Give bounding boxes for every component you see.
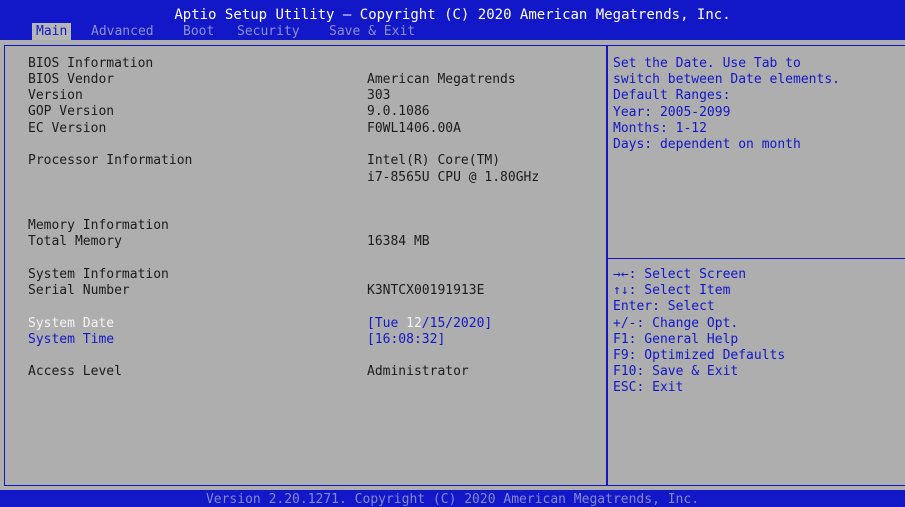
processor-value-line2: i7-8565U CPU @ 1.80GHz — [367, 170, 540, 185]
key-enter: Enter: Select — [613, 299, 715, 314]
version-footer: Version 2.20.1271. Copyright (C) 2020 Am… — [205, 492, 700, 507]
serial-number-label: Serial Number — [28, 283, 130, 298]
system-info-heading: System Information — [28, 267, 169, 282]
tab-advanced[interactable]: Advanced — [91, 23, 154, 40]
version-value: 303 — [367, 88, 391, 103]
footer-bar: Version 2.20.1271. Copyright (C) 2020 Am… — [0, 490, 905, 507]
system-date-label[interactable]: System Date — [28, 316, 114, 332]
help-line: Set the Date. Use Tab to — [613, 56, 801, 71]
ec-version-label: EC Version — [28, 121, 107, 136]
bios-info-heading: BIOS Information — [28, 56, 154, 71]
gop-version-label: GOP Version — [28, 104, 115, 119]
help-line: Year: 2005-2099 — [613, 105, 731, 120]
date-prefix: [Tue — [367, 316, 407, 331]
left-right-arrows-icon: →← — [613, 267, 629, 282]
up-down-arrows-icon: ↑↓ — [613, 283, 629, 298]
tab-save-exit[interactable]: Save & Exit — [329, 23, 415, 40]
key-general-help: F1: General Help — [613, 332, 739, 347]
key-select-item: ↑↓: Select Item — [613, 283, 731, 298]
title-bar: Aptio Setup Utility – Copyright (C) 2020… — [0, 0, 905, 40]
date-month-field[interactable]: 12 — [406, 316, 422, 331]
memory-info-heading: Memory Information — [28, 218, 169, 233]
key-select-screen: →←: Select Screen — [613, 267, 747, 282]
help-panel: Set the Date. Use Tab to switch between … — [607, 45, 905, 486]
total-memory-value: 16384 MB — [367, 234, 430, 249]
key-esc-exit: ESC: Exit — [613, 380, 684, 395]
tab-boot[interactable]: Boot — [183, 23, 214, 40]
help-line: switch between Date elements. — [613, 72, 840, 87]
tab-security[interactable]: Security — [237, 23, 300, 40]
date-suffix: /15/2020] — [421, 316, 493, 331]
tab-main[interactable]: Main — [32, 23, 72, 40]
ec-version-value: F0WL1406.00A — [367, 121, 461, 136]
system-time-value[interactable]: [16:08:32] — [367, 332, 445, 348]
key-change-opt: +/-: Change Opt. — [613, 316, 739, 331]
help-text: Set the Date. Use Tab to switch between … — [613, 54, 903, 154]
help-line: Default Ranges: — [613, 88, 731, 103]
help-line: Days: dependent on month — [613, 137, 801, 152]
app-title: Aptio Setup Utility – Copyright (C) 2020… — [174, 7, 731, 23]
processor-value-line1: Intel(R) Core(TM) — [367, 153, 501, 168]
total-memory-label: Total Memory — [28, 234, 122, 249]
main-info-panel: BIOS Information BIOS Vendor American Me… — [4, 45, 607, 486]
serial-number-value: K3NTCX00191913E — [367, 283, 485, 298]
bios-vendor-label: BIOS Vendor — [28, 72, 115, 87]
processor-info-label: Processor Information — [28, 153, 193, 168]
gop-version-value: 9.0.1086 — [367, 104, 430, 119]
key-save-exit: F10: Save & Exit — [613, 364, 739, 379]
system-time-label[interactable]: System Time — [28, 332, 114, 348]
panel-divider — [608, 258, 905, 259]
access-level-value: Administrator — [367, 364, 469, 379]
version-label: Version — [28, 88, 83, 103]
bios-vendor-value: American Megatrends — [367, 72, 516, 87]
access-level-label: Access Level — [28, 364, 122, 379]
system-date-value[interactable]: [Tue 12/15/2020] — [367, 316, 492, 332]
key-optimized-defaults: F9: Optimized Defaults — [613, 348, 786, 363]
help-line: Months: 1-12 — [613, 121, 707, 136]
